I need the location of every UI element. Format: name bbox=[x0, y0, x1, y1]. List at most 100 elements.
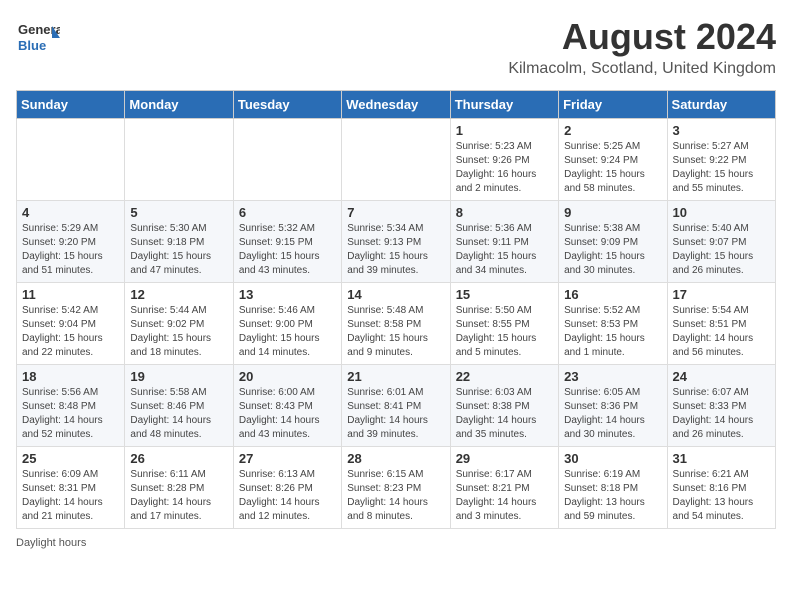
day-info: Sunrise: 5:29 AM Sunset: 9:20 PM Dayligh… bbox=[22, 222, 119, 278]
day-info: Sunrise: 6:11 AM Sunset: 8:28 PM Dayligh… bbox=[130, 468, 227, 524]
day-info: Sunrise: 6:05 AM Sunset: 8:36 PM Dayligh… bbox=[564, 386, 661, 442]
calendar-day-cell: 31 Sunrise: 6:21 AM Sunset: 8:16 PM Dayli… bbox=[667, 447, 775, 529]
day-info: Sunrise: 6:21 AM Sunset: 8:16 PM Dayligh… bbox=[673, 468, 770, 524]
day-number: 25 bbox=[22, 451, 119, 466]
day-number: 13 bbox=[239, 287, 336, 302]
svg-text:Blue: Blue bbox=[18, 38, 46, 53]
calendar-day-cell: 10 Sunrise: 5:40 AM Sunset: 9:07 PM Dayli… bbox=[667, 201, 775, 283]
calendar-day-cell bbox=[342, 119, 450, 201]
day-info: Sunrise: 5:58 AM Sunset: 8:46 PM Dayligh… bbox=[130, 386, 227, 442]
day-number: 22 bbox=[456, 369, 553, 384]
calendar-day-cell: 25 Sunrise: 6:09 AM Sunset: 8:31 PM Dayli… bbox=[17, 447, 125, 529]
calendar-day-cell: 18Sunrise: 5:56 AM Sunset: 8:48 PM Dayli… bbox=[17, 365, 125, 447]
day-number: 7 bbox=[347, 205, 444, 220]
calendar-week-row: 4 Sunrise: 5:29 AM Sunset: 9:20 PM Daylig… bbox=[17, 201, 776, 283]
weekday-header-cell: Thursday bbox=[450, 91, 558, 119]
weekday-header-cell: Sunday bbox=[17, 91, 125, 119]
day-number: 4 bbox=[22, 205, 119, 220]
day-info: Sunrise: 5:34 AM Sunset: 9:13 PM Dayligh… bbox=[347, 222, 444, 278]
calendar-week-row: 18Sunrise: 5:56 AM Sunset: 8:48 PM Dayli… bbox=[17, 365, 776, 447]
day-info: Sunrise: 5:40 AM Sunset: 9:07 PM Dayligh… bbox=[673, 222, 770, 278]
calendar-day-cell: 19 Sunrise: 5:58 AM Sunset: 8:46 PM Dayli… bbox=[125, 365, 233, 447]
calendar-day-cell bbox=[125, 119, 233, 201]
calendar-day-cell: 17 Sunrise: 5:54 AM Sunset: 8:51 PM Dayli… bbox=[667, 283, 775, 365]
calendar-day-cell: 21 Sunrise: 6:01 AM Sunset: 8:41 PM Dayli… bbox=[342, 365, 450, 447]
calendar-day-cell: 6Sunrise: 5:32 AM Sunset: 9:15 PM Daylig… bbox=[233, 201, 341, 283]
day-info: Sunrise: 6:19 AM Sunset: 8:18 PM Dayligh… bbox=[564, 468, 661, 524]
day-number: 26 bbox=[130, 451, 227, 466]
day-number: 14 bbox=[347, 287, 444, 302]
footer-note: Daylight hours bbox=[16, 537, 776, 549]
calendar-table: SundayMondayTuesdayWednesdayThursdayFrid… bbox=[16, 90, 776, 529]
day-number: 10 bbox=[673, 205, 770, 220]
day-number: 17 bbox=[673, 287, 770, 302]
calendar-day-cell: 1Sunrise: 5:23 AM Sunset: 9:26 PM Daylig… bbox=[450, 119, 558, 201]
day-number: 2 bbox=[564, 123, 661, 138]
day-number: 3 bbox=[673, 123, 770, 138]
calendar-day-cell: 15 Sunrise: 5:50 AM Sunset: 8:55 PM Dayli… bbox=[450, 283, 558, 365]
day-number: 23 bbox=[564, 369, 661, 384]
day-info: Sunrise: 5:32 AM Sunset: 9:15 PM Dayligh… bbox=[239, 222, 336, 278]
day-number: 31 bbox=[673, 451, 770, 466]
calendar-day-cell: 26 Sunrise: 6:11 AM Sunset: 8:28 PM Dayli… bbox=[125, 447, 233, 529]
day-info: Sunrise: 5:50 AM Sunset: 8:55 PM Dayligh… bbox=[456, 304, 553, 360]
day-number: 15 bbox=[456, 287, 553, 302]
calendar-day-cell: 22 Sunrise: 6:03 AM Sunset: 8:38 PM Dayli… bbox=[450, 365, 558, 447]
calendar-body: 1Sunrise: 5:23 AM Sunset: 9:26 PM Daylig… bbox=[17, 119, 776, 529]
day-number: 29 bbox=[456, 451, 553, 466]
day-info: Sunrise: 6:01 AM Sunset: 8:41 PM Dayligh… bbox=[347, 386, 444, 442]
day-info: Sunrise: 5:30 AM Sunset: 9:18 PM Dayligh… bbox=[130, 222, 227, 278]
calendar-day-cell: 29 Sunrise: 6:17 AM Sunset: 8:21 PM Dayli… bbox=[450, 447, 558, 529]
calendar-day-cell: 8 Sunrise: 5:36 AM Sunset: 9:11 PM Daylig… bbox=[450, 201, 558, 283]
calendar-day-cell: 7 Sunrise: 5:34 AM Sunset: 9:13 PM Daylig… bbox=[342, 201, 450, 283]
day-number: 5 bbox=[130, 205, 227, 220]
day-number: 18 bbox=[22, 369, 119, 384]
calendar-day-cell: 24 Sunrise: 6:07 AM Sunset: 8:33 PM Dayli… bbox=[667, 365, 775, 447]
header: General Blue August 2024 Kilmacolm, Scot… bbox=[16, 16, 776, 78]
calendar-week-row: 1Sunrise: 5:23 AM Sunset: 9:26 PM Daylig… bbox=[17, 119, 776, 201]
day-info: Sunrise: 5:27 AM Sunset: 9:22 PM Dayligh… bbox=[673, 140, 770, 196]
logo: General Blue bbox=[16, 16, 60, 60]
calendar-day-cell: 16 Sunrise: 5:52 AM Sunset: 8:53 PM Dayli… bbox=[559, 283, 667, 365]
day-info: Sunrise: 5:44 AM Sunset: 9:02 PM Dayligh… bbox=[130, 304, 227, 360]
day-number: 8 bbox=[456, 205, 553, 220]
day-info: Sunrise: 5:46 AM Sunset: 9:00 PM Dayligh… bbox=[239, 304, 336, 360]
day-info: Sunrise: 5:36 AM Sunset: 9:11 PM Dayligh… bbox=[456, 222, 553, 278]
day-info: Sunrise: 5:23 AM Sunset: 9:26 PM Dayligh… bbox=[456, 140, 553, 196]
day-info: Sunrise: 5:52 AM Sunset: 8:53 PM Dayligh… bbox=[564, 304, 661, 360]
calendar-day-cell: 4 Sunrise: 5:29 AM Sunset: 9:20 PM Daylig… bbox=[17, 201, 125, 283]
day-number: 21 bbox=[347, 369, 444, 384]
calendar-week-row: 25 Sunrise: 6:09 AM Sunset: 8:31 PM Dayli… bbox=[17, 447, 776, 529]
day-number: 9 bbox=[564, 205, 661, 220]
title-area: August 2024 Kilmacolm, Scotland, United … bbox=[508, 16, 776, 78]
day-info: Sunrise: 6:07 AM Sunset: 8:33 PM Dayligh… bbox=[673, 386, 770, 442]
day-info: Sunrise: 5:42 AM Sunset: 9:04 PM Dayligh… bbox=[22, 304, 119, 360]
day-number: 19 bbox=[130, 369, 227, 384]
daylight-hours-label: Daylight hours bbox=[16, 537, 86, 549]
day-number: 28 bbox=[347, 451, 444, 466]
calendar-day-cell: 12 Sunrise: 5:44 AM Sunset: 9:02 PM Dayli… bbox=[125, 283, 233, 365]
calendar-week-row: 11 Sunrise: 5:42 AM Sunset: 9:04 PM Dayli… bbox=[17, 283, 776, 365]
day-number: 27 bbox=[239, 451, 336, 466]
day-info: Sunrise: 6:09 AM Sunset: 8:31 PM Dayligh… bbox=[22, 468, 119, 524]
day-number: 16 bbox=[564, 287, 661, 302]
calendar-day-cell: 9 Sunrise: 5:38 AM Sunset: 9:09 PM Daylig… bbox=[559, 201, 667, 283]
day-info: Sunrise: 6:00 AM Sunset: 8:43 PM Dayligh… bbox=[239, 386, 336, 442]
day-info: Sunrise: 6:13 AM Sunset: 8:26 PM Dayligh… bbox=[239, 468, 336, 524]
weekday-header-cell: Saturday bbox=[667, 91, 775, 119]
calendar-day-cell: 11 Sunrise: 5:42 AM Sunset: 9:04 PM Dayli… bbox=[17, 283, 125, 365]
day-info: Sunrise: 6:03 AM Sunset: 8:38 PM Dayligh… bbox=[456, 386, 553, 442]
day-number: 20 bbox=[239, 369, 336, 384]
calendar-day-cell: 27 Sunrise: 6:13 AM Sunset: 8:26 PM Dayli… bbox=[233, 447, 341, 529]
day-info: Sunrise: 5:38 AM Sunset: 9:09 PM Dayligh… bbox=[564, 222, 661, 278]
day-number: 24 bbox=[673, 369, 770, 384]
calendar-day-cell: 13 Sunrise: 5:46 AM Sunset: 9:00 PM Dayli… bbox=[233, 283, 341, 365]
calendar-day-cell bbox=[17, 119, 125, 201]
weekday-header-cell: Friday bbox=[559, 91, 667, 119]
day-number: 11 bbox=[22, 287, 119, 302]
day-number: 12 bbox=[130, 287, 227, 302]
day-info: Sunrise: 5:54 AM Sunset: 8:51 PM Dayligh… bbox=[673, 304, 770, 360]
day-info: Sunrise: 6:17 AM Sunset: 8:21 PM Dayligh… bbox=[456, 468, 553, 524]
weekday-header-cell: Tuesday bbox=[233, 91, 341, 119]
day-info: Sunrise: 5:25 AM Sunset: 9:24 PM Dayligh… bbox=[564, 140, 661, 196]
